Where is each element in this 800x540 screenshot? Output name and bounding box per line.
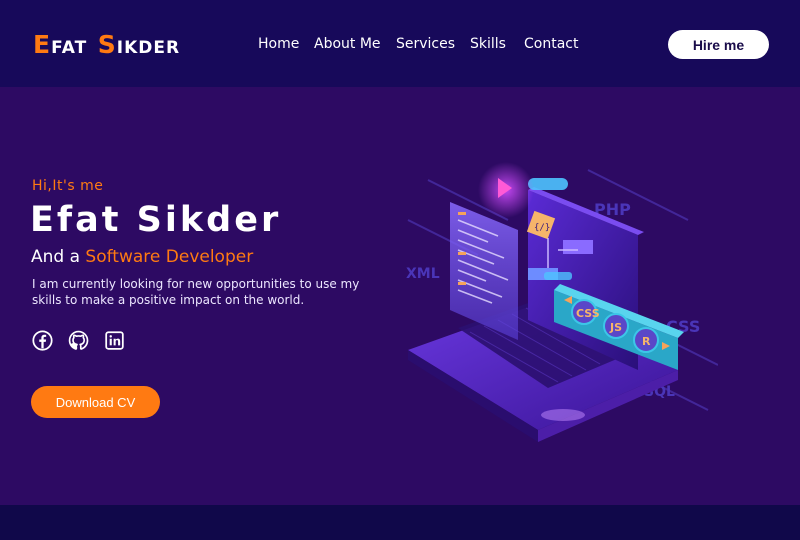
linkedin-icon[interactable]	[104, 330, 125, 351]
logo-initial-first: E	[33, 30, 52, 59]
hero-description: I am currently looking for new opportuni…	[32, 277, 360, 307]
hero-name: Efat Sikder	[30, 200, 282, 240]
hero-role: And a Software Developer	[31, 247, 253, 267]
logo-initial-last: S	[97, 30, 117, 59]
nav-about-me[interactable]: About Me	[314, 36, 381, 52]
nav-skills[interactable]: Skills	[470, 36, 506, 52]
site-header: EFAT SIKDER Home About Me Services Skill…	[0, 0, 800, 87]
js-badge: JS	[609, 321, 622, 334]
nav-contact[interactable]: Contact	[524, 36, 578, 52]
css-badge: CSS	[576, 307, 600, 320]
nav-home[interactable]: Home	[258, 36, 299, 52]
github-icon[interactable]	[68, 330, 89, 351]
download-cv-button[interactable]: Download CV	[31, 386, 160, 418]
facebook-icon[interactable]	[32, 330, 53, 351]
logo-text-last: IKDER	[116, 38, 181, 58]
role-prefix: And a	[31, 247, 86, 267]
site-logo[interactable]: EFAT SIKDER	[33, 30, 180, 59]
xml-tag: XML	[406, 266, 440, 282]
role-highlight: Software Developer	[85, 247, 254, 267]
logo-text-first: FAT	[51, 38, 88, 58]
svg-text:{/}: {/}	[534, 223, 550, 233]
r-badge: R	[642, 335, 651, 348]
laptop-coding-illustration: PHP XML CSS SQL {/} CSS JS R	[406, 162, 718, 442]
footer-band	[0, 505, 800, 540]
hero-greeting: Hi,It's me	[32, 178, 104, 194]
hire-me-button[interactable]: Hire me	[668, 30, 769, 59]
nav-services[interactable]: Services	[396, 36, 455, 52]
social-links	[32, 330, 125, 351]
